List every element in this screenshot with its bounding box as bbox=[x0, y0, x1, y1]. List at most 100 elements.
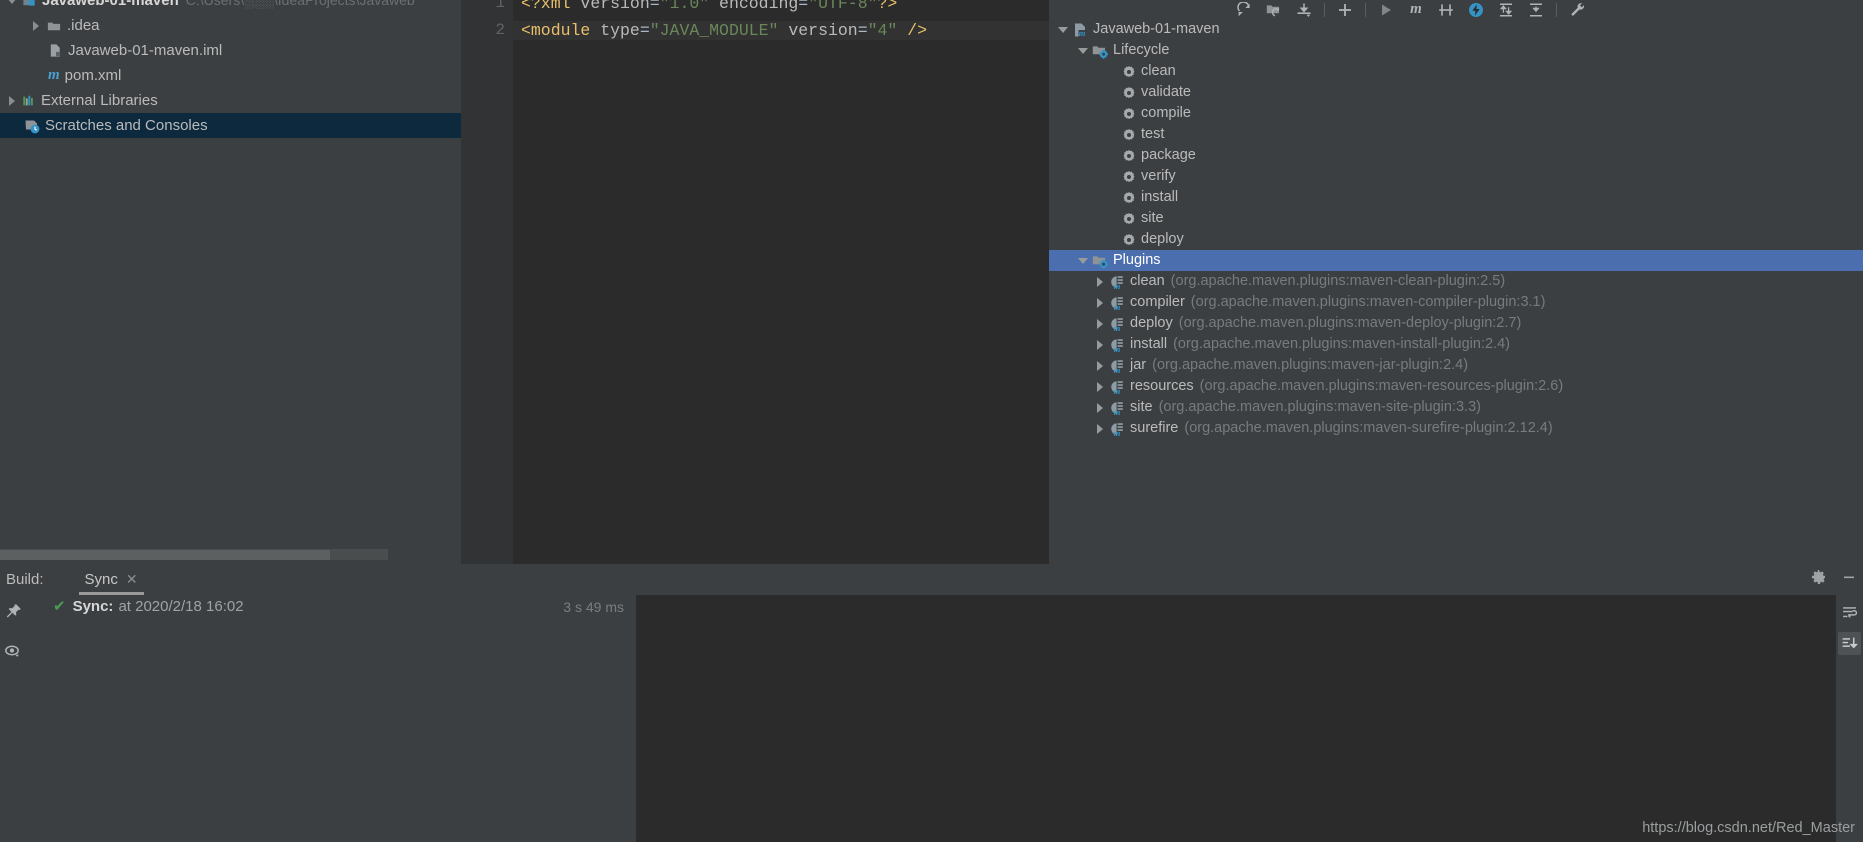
line-number: 2 bbox=[495, 21, 505, 39]
build-console-output[interactable] bbox=[636, 595, 1863, 842]
maven-goal-icon bbox=[1122, 149, 1136, 163]
maven-toolbar[interactable]: m bbox=[1049, 0, 1863, 19]
maven-node-plugins[interactable]: Plugins bbox=[1049, 250, 1863, 271]
maven-plugin-jar[interactable]: m jar (org.apache.maven.plugins:maven-jar-… bbox=[1049, 355, 1863, 376]
chevron-right-icon[interactable] bbox=[1094, 422, 1107, 435]
project-tree-item-javaweb-01-maven-iml[interactable]: Javaweb-01-maven.iml bbox=[0, 38, 461, 63]
maven-plugin-deploy[interactable]: m deploy (org.apache.maven.plugins:maven-d… bbox=[1049, 313, 1863, 334]
toggle-offline-mode-icon[interactable] bbox=[1461, 0, 1491, 19]
build-console-actions[interactable] bbox=[1836, 595, 1863, 842]
chevron-down-icon[interactable] bbox=[6, 0, 19, 7]
maven-node-deploy[interactable]: deploy bbox=[1049, 229, 1863, 250]
svg-text:m: m bbox=[1114, 344, 1121, 353]
chevron-down-icon[interactable] bbox=[1077, 254, 1090, 267]
maven-goal-icon bbox=[1122, 212, 1136, 226]
scrollbar-thumb[interactable] bbox=[0, 550, 330, 560]
equals-sign: = bbox=[649, 0, 660, 13]
intellij-idea-window: Javaweb-01-maven C:\Users\░░░\IdeaProject… bbox=[0, 0, 1863, 842]
build-tool-window[interactable]: Build: Sync ✕ ✔ Sync: at 2020/2/18 16:02… bbox=[0, 564, 1863, 842]
maven-node-site[interactable]: site bbox=[1049, 208, 1863, 229]
project-tree-item-idea[interactable]: .idea bbox=[0, 13, 461, 38]
run-maven-build-icon[interactable] bbox=[1371, 0, 1401, 19]
code-editor[interactable]: 1 2 <?xml version="1.0" encoding="UTF-8"… bbox=[461, 0, 1049, 564]
chevron-right-icon[interactable] bbox=[1094, 338, 1107, 351]
chevron-right-icon[interactable] bbox=[1094, 296, 1107, 309]
editor-gutter[interactable]: 1 2 bbox=[461, 0, 513, 564]
chevron-right-icon[interactable] bbox=[1094, 380, 1107, 393]
minimize-icon[interactable] bbox=[1841, 569, 1857, 590]
build-window-label: Build: bbox=[6, 571, 44, 588]
maven-node-label: deploy bbox=[1141, 231, 1184, 247]
maven-node-javaweb-01-maven[interactable]: m Javaweb-01-maven bbox=[1049, 19, 1863, 40]
svg-text:m: m bbox=[1114, 386, 1121, 395]
chevron-right-icon[interactable] bbox=[30, 19, 43, 32]
iml-file-icon bbox=[48, 43, 63, 58]
tab-sync[interactable]: Sync ✕ bbox=[78, 564, 144, 595]
maven-node-compile[interactable]: compile bbox=[1049, 103, 1863, 124]
maven-node-install[interactable]: install bbox=[1049, 187, 1863, 208]
soft-wrap-icon[interactable] bbox=[1838, 601, 1861, 624]
chevron-down-icon[interactable] bbox=[1057, 23, 1070, 36]
maven-pom-icon: m bbox=[48, 67, 60, 83]
pin-icon[interactable] bbox=[5, 603, 22, 625]
maven-goal-icon bbox=[1122, 191, 1136, 205]
maven-node-package[interactable]: package bbox=[1049, 145, 1863, 166]
libraries-icon bbox=[22, 94, 36, 108]
maven-tool-window[interactable]: m m Javaweb-01-maven Lifecycle clean validat… bbox=[1049, 0, 1863, 564]
project-tree-item-javaweb-01-maven[interactable]: Javaweb-01-maven C:\Users\░░░\IdeaProject… bbox=[0, 0, 461, 13]
reload-all-maven-projects-icon[interactable] bbox=[1229, 0, 1259, 19]
build-header: Build: Sync ✕ bbox=[0, 564, 1863, 595]
maven-node-validate[interactable]: validate bbox=[1049, 82, 1863, 103]
editor-code-area[interactable]: <?xml version="1.0" encoding="UTF-8"?> <… bbox=[513, 0, 1049, 564]
maven-node-clean[interactable]: clean bbox=[1049, 61, 1863, 82]
add-maven-project-icon[interactable] bbox=[1330, 0, 1360, 19]
project-tree-item-pom-xml[interactable]: m pom.xml bbox=[0, 63, 461, 88]
chevron-down-icon[interactable] bbox=[1077, 44, 1090, 57]
maven-node-lifecycle[interactable]: Lifecycle bbox=[1049, 40, 1863, 61]
maven-node-verify[interactable]: verify bbox=[1049, 166, 1863, 187]
maven-plugin-install[interactable]: m install (org.apache.maven.plugins:maven-… bbox=[1049, 334, 1863, 355]
maven-goal-icon bbox=[1122, 107, 1136, 121]
chevron-right-icon[interactable] bbox=[1094, 359, 1107, 372]
chevron-right-icon[interactable] bbox=[1094, 401, 1107, 414]
build-event-sync-row[interactable]: ✔ Sync: at 2020/2/18 16:02 3 s 49 ms bbox=[27, 595, 636, 619]
maven-node-test[interactable]: test bbox=[1049, 124, 1863, 145]
project-tree-item-scratches-and-consoles[interactable]: Scratches and Consoles bbox=[0, 113, 461, 138]
project-tool-window[interactable]: Javaweb-01-maven C:\Users\░░░\IdeaProject… bbox=[0, 0, 461, 564]
project-tree-horizontal-scrollbar[interactable] bbox=[0, 548, 461, 561]
build-events-tree[interactable]: ✔ Sync: at 2020/2/18 16:02 3 s 49 ms bbox=[27, 595, 636, 842]
svg-text:m: m bbox=[1114, 428, 1121, 437]
scroll-to-end-icon[interactable] bbox=[1838, 632, 1861, 655]
chevron-right-icon[interactable] bbox=[1094, 275, 1107, 288]
build-side-actions[interactable] bbox=[0, 595, 27, 842]
module-attr-type: type bbox=[600, 21, 640, 40]
chevron-right-icon[interactable] bbox=[6, 94, 19, 107]
project-tree-item-label: Javaweb-01-maven bbox=[42, 0, 179, 9]
build-header-actions[interactable] bbox=[1811, 564, 1857, 595]
project-tree-item-external-libraries[interactable]: External Libraries bbox=[0, 88, 461, 113]
chevron-right-icon[interactable] bbox=[1094, 317, 1107, 330]
execute-maven-goal-icon[interactable]: m bbox=[1401, 0, 1431, 19]
download-sources-icon[interactable] bbox=[1289, 0, 1319, 19]
maven-plugin-clean[interactable]: m clean (org.apache.maven.plugins:maven-cl… bbox=[1049, 271, 1863, 292]
eye-filter-icon[interactable] bbox=[4, 643, 23, 665]
project-tree-item-label: Javaweb-01-maven.iml bbox=[68, 42, 223, 59]
maven-plugin-compiler[interactable]: m compiler (org.apache.maven.plugins:maven… bbox=[1049, 292, 1863, 313]
gear-icon[interactable] bbox=[1811, 569, 1827, 590]
maven-project-tree[interactable]: m Javaweb-01-maven Lifecycle clean validate c… bbox=[1049, 19, 1863, 564]
toggle-skip-tests-icon[interactable] bbox=[1431, 0, 1461, 19]
maven-plugin-coordinates: (org.apache.maven.plugins:maven-clean-pl… bbox=[1170, 273, 1506, 289]
expand-all-icon[interactable] bbox=[1491, 0, 1521, 19]
project-tree-item-label: Scratches and Consoles bbox=[45, 117, 208, 134]
close-icon[interactable]: ✕ bbox=[126, 571, 138, 588]
build-body: ✔ Sync: at 2020/2/18 16:02 3 s 49 ms bbox=[0, 595, 1863, 842]
maven-settings-icon[interactable] bbox=[1562, 0, 1592, 19]
maven-plugin-resources[interactable]: m resources (org.apache.maven.plugins:mave… bbox=[1049, 376, 1863, 397]
scrollbar-track[interactable] bbox=[0, 549, 388, 560]
maven-plugin-site[interactable]: m site (org.apache.maven.plugins:maven-sit… bbox=[1049, 397, 1863, 418]
collapse-all-icon[interactable] bbox=[1521, 0, 1551, 19]
maven-plugin-surefire[interactable]: m surefire (org.apache.maven.plugins:maven… bbox=[1049, 418, 1863, 439]
toolbar-separator bbox=[1556, 2, 1557, 17]
generate-sources-icon[interactable] bbox=[1259, 0, 1289, 19]
xml-declaration-open: <?xml bbox=[521, 0, 581, 13]
